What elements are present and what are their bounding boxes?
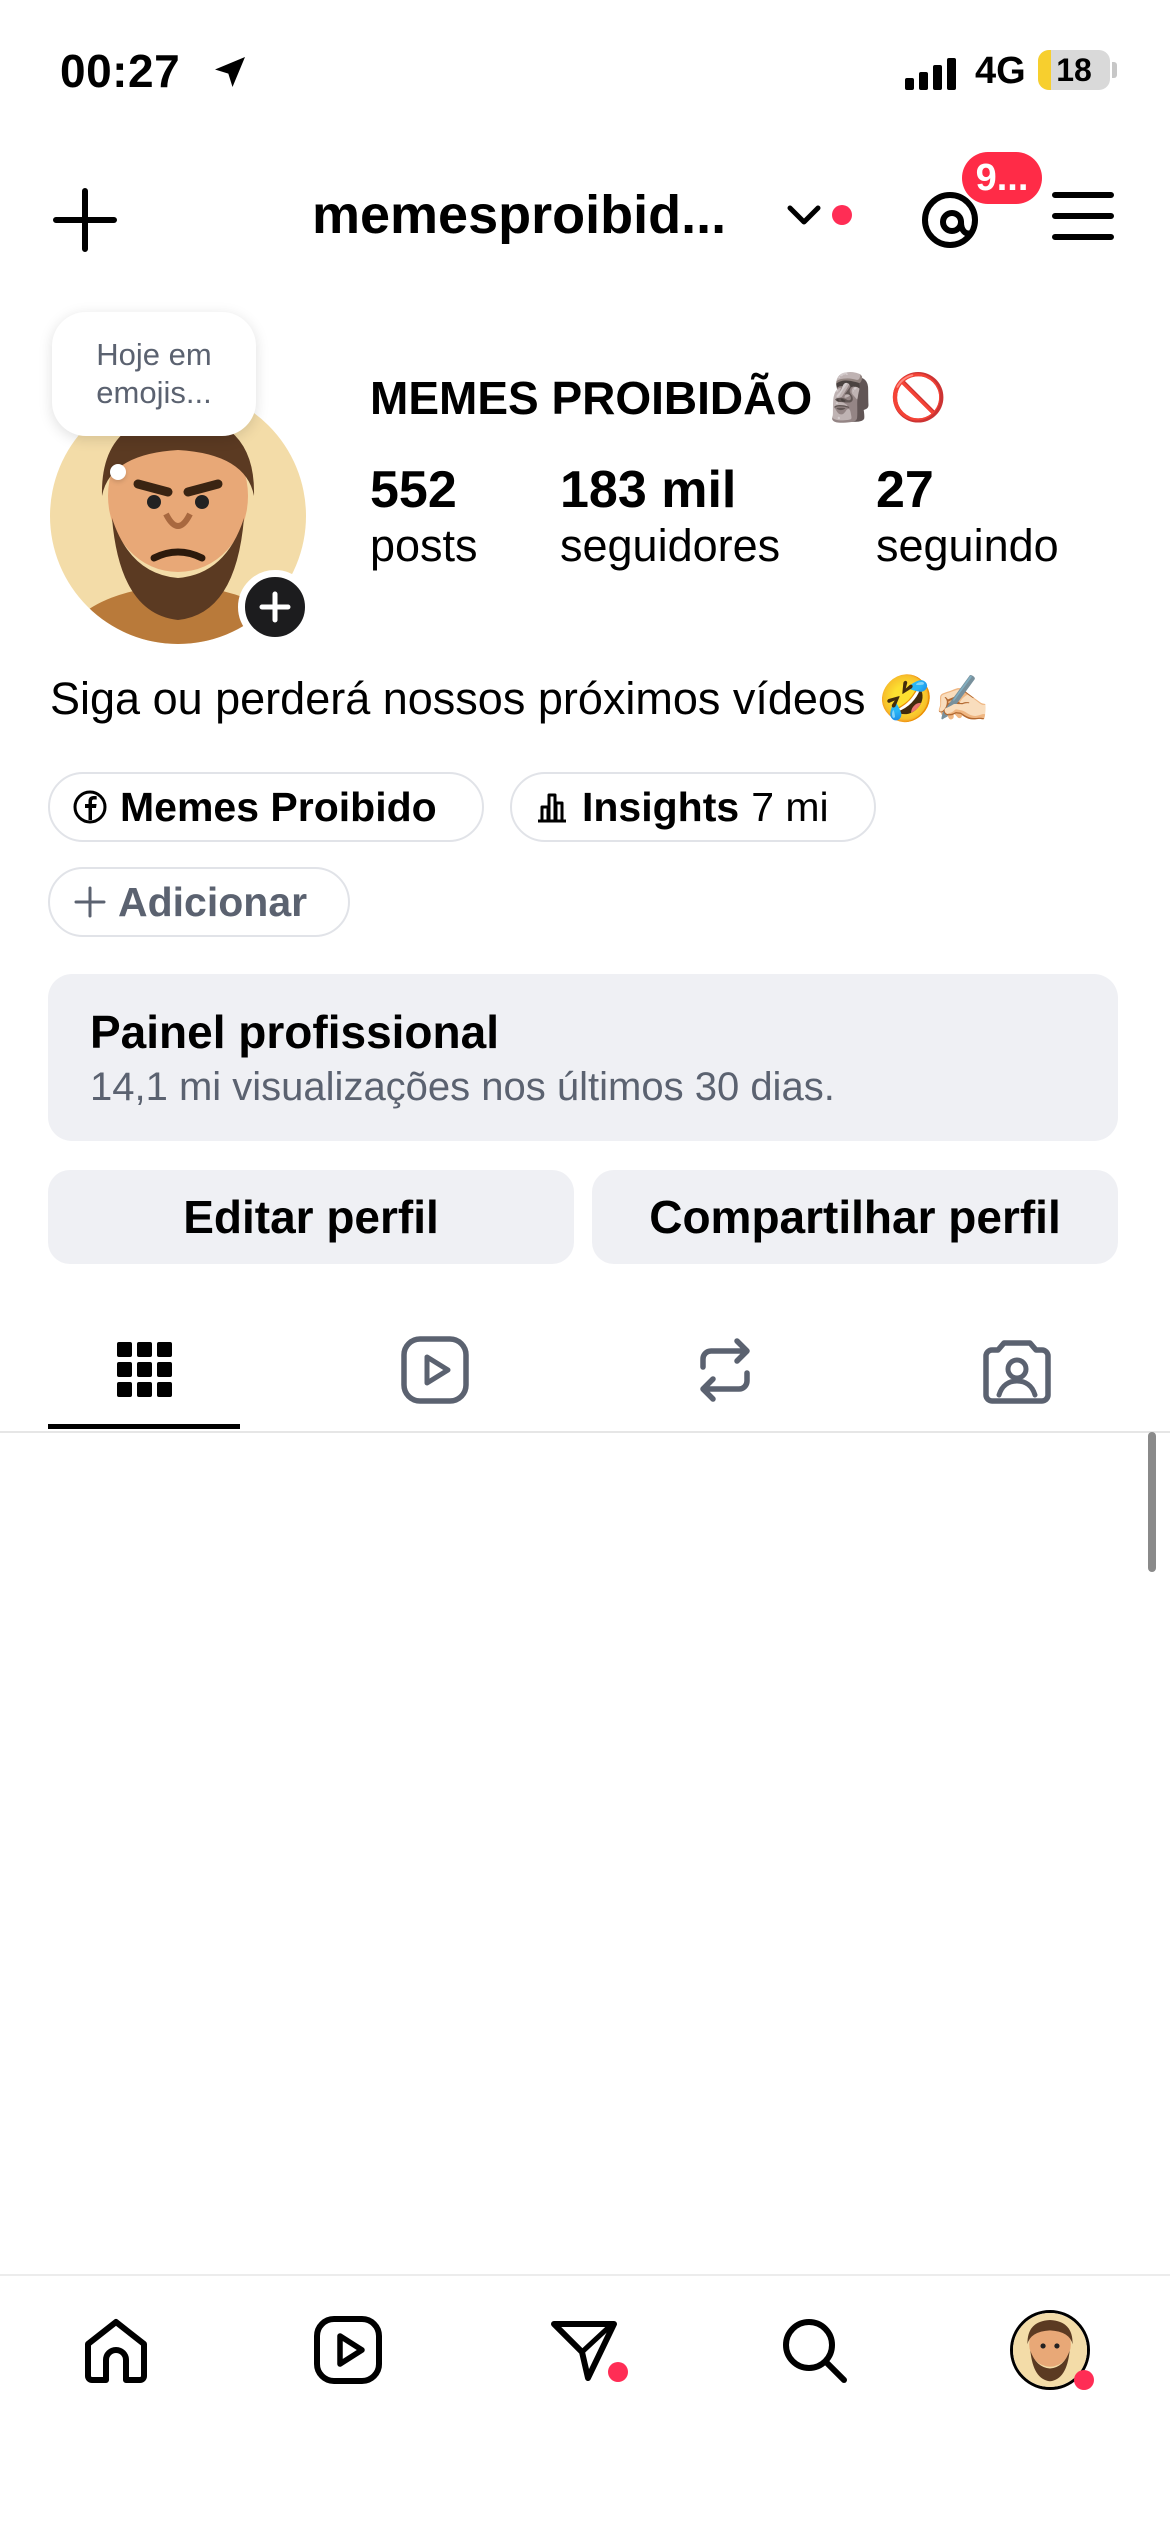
active-tab-indicator [48, 1424, 240, 1429]
plus-icon [74, 886, 106, 918]
facebook-link-pill[interactable]: Memes Proibido [48, 772, 484, 842]
nav-direct[interactable] [534, 2300, 634, 2400]
tab-reposts[interactable] [630, 1320, 820, 1420]
nav-home[interactable] [66, 2300, 166, 2400]
stat-following[interactable]: 27 seguindo [876, 460, 1059, 572]
chevron-down-icon[interactable] [784, 200, 824, 230]
location-arrow-icon [215, 57, 245, 87]
nav-search[interactable] [764, 2300, 864, 2400]
create-button[interactable] [50, 185, 120, 255]
add-story-button[interactable] [238, 570, 312, 644]
add-link-pill[interactable]: Adicionar [48, 867, 350, 937]
prohibited-emoji: 🚫 [889, 371, 947, 423]
reels-icon [401, 1336, 469, 1404]
stat-followers[interactable]: 183 mil seguidores [560, 460, 780, 572]
stat-label: seguidores [560, 520, 781, 571]
tagged-icon [983, 1340, 1051, 1404]
add-pill-label: Adicionar [118, 878, 308, 925]
tab-posts-grid[interactable] [50, 1320, 240, 1420]
profile-note-bubble[interactable]: Hoje em emojis... [52, 312, 256, 436]
reels-icon [314, 2316, 382, 2384]
bar-chart-icon [538, 793, 566, 823]
insights-pill[interactable]: Insights 7 mi [510, 772, 876, 842]
stat-value: 552 [370, 461, 457, 519]
menu-icon[interactable] [1052, 190, 1114, 242]
bottom-nav-border [0, 2274, 1170, 2276]
grid-icon [117, 1342, 172, 1397]
profile-bio: Siga ou perderá nossos próximos vídeos 🤣… [50, 673, 991, 724]
home-icon [85, 2319, 147, 2383]
note-bubble-tail [110, 464, 126, 480]
facebook-pill-label: Memes Proibido [120, 783, 437, 830]
edit-profile-button[interactable]: Editar perfil [48, 1170, 574, 1264]
scrollbar[interactable] [1148, 1432, 1156, 1572]
battery-icon: 18 [1038, 50, 1110, 90]
facebook-icon [73, 790, 107, 824]
display-name-text: MEMES PROIBIDÃO [370, 371, 813, 424]
nav-reels[interactable] [298, 2300, 398, 2400]
display-name: MEMES PROIBIDÃO 🗿 🚫 [370, 370, 947, 425]
notification-badge: 9... [962, 152, 1042, 204]
stat-label: posts [370, 520, 478, 571]
profile-notification-dot [1074, 2370, 1094, 2390]
share-profile-button[interactable]: Compartilhar perfil [592, 1170, 1118, 1264]
tab-divider [0, 1431, 1170, 1433]
professional-dashboard-subtitle: 14,1 mi visualizações nos últimos 30 dia… [90, 1065, 835, 1109]
insights-pill-value: 7 mi [751, 783, 829, 830]
account-alert-dot [832, 205, 852, 225]
network-type: 4G [975, 50, 1026, 92]
plus-icon [259, 591, 291, 623]
professional-dashboard-title: Painel profissional [90, 1006, 499, 1058]
stat-value: 27 [876, 461, 934, 519]
tab-tagged[interactable] [922, 1320, 1112, 1420]
search-icon [783, 2319, 847, 2383]
account-username[interactable]: memesproibid... [312, 184, 726, 246]
signal-icon [905, 58, 956, 90]
status-time: 00:27 [60, 45, 181, 97]
battery-cap [1112, 62, 1117, 78]
battery-level: 18 [1056, 52, 1092, 88]
insights-pill-label: Insights [582, 783, 740, 830]
stat-value: 183 mil [560, 461, 737, 519]
stat-label: seguindo [876, 520, 1059, 571]
repost-icon [700, 1338, 750, 1402]
direct-notification-dot [608, 2362, 628, 2382]
moai-emoji: 🗿 [822, 371, 880, 423]
stat-posts[interactable]: 552 posts [370, 460, 478, 572]
tab-reels[interactable] [340, 1320, 530, 1420]
